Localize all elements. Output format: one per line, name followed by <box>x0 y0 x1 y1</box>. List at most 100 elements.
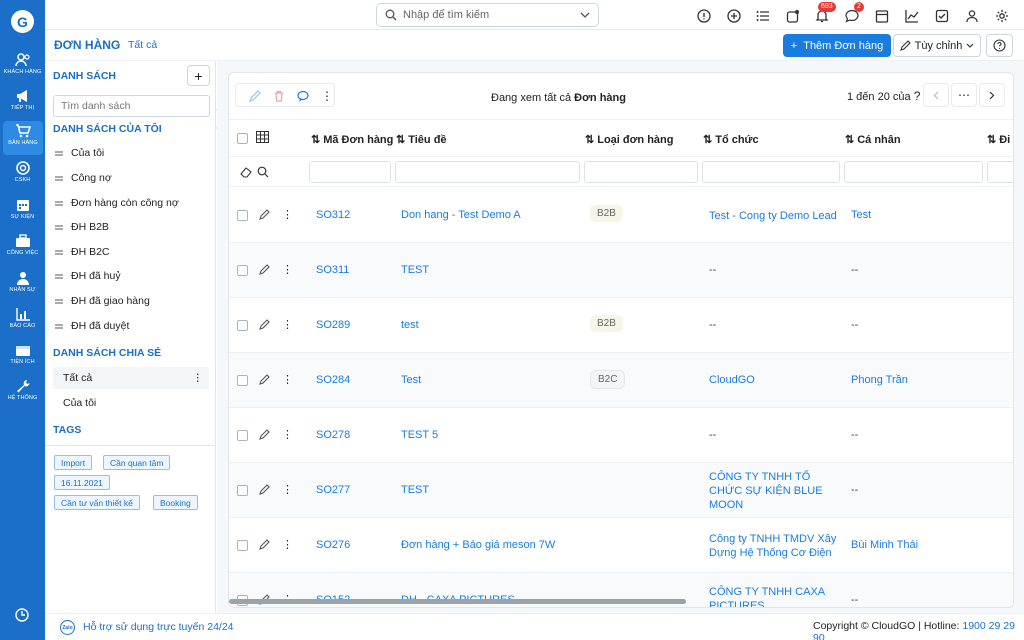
pencil-icon[interactable] <box>259 319 270 330</box>
person-link[interactable]: Phong Trần <box>851 374 908 386</box>
column-header-organization[interactable]: ⇅ Tổ chức <box>703 133 759 147</box>
table-row[interactable]: ⋮ SO312 Don hang - Test Demo A B2B Test … <box>229 188 1013 243</box>
rail-item-marketing[interactable]: TIẾP THỊ <box>0 86 45 120</box>
more-vertical-icon[interactable]: ⋮ <box>282 483 293 496</box>
my-list-item[interactable]: Đơn hàng còn công nợ <box>55 192 211 214</box>
filter-more-input[interactable] <box>987 161 1013 183</box>
notifications-button[interactable]: 693 <box>812 2 836 26</box>
my-list-item[interactable]: ĐH đã huỷ <box>55 265 211 287</box>
table-row[interactable]: ⋮ SO311 TEST -- -- <box>229 243 1013 298</box>
clock-button[interactable] <box>14 607 30 623</box>
pencil-icon[interactable] <box>259 264 270 275</box>
pencil-icon[interactable] <box>259 429 270 440</box>
table-row[interactable]: ⋮ SO277 TEST CÔNG TY TNHH TỔ CHỨC SỰ KIỆ… <box>229 463 1013 518</box>
my-list-item[interactable]: ĐH đã duyệt <box>55 315 211 337</box>
horizontal-scrollbar[interactable] <box>229 599 1013 605</box>
column-header-type[interactable]: ⇅ Loại đơn hàng <box>585 133 673 147</box>
organization-link[interactable]: Test - Cong ty Demo Lead <box>709 209 839 223</box>
bulk-more-button[interactable]: ⋮ <box>318 87 336 105</box>
order-title[interactable]: Don hang - Test Demo A <box>401 209 521 221</box>
search-icon[interactable] <box>257 166 269 178</box>
order-title[interactable]: test <box>401 319 419 331</box>
columns-icon[interactable] <box>256 131 269 143</box>
breadcrumb-view[interactable]: Tất cả <box>128 39 157 51</box>
more-vertical-icon[interactable]: ⋮ <box>193 372 204 384</box>
share-button[interactable] <box>783 6 803 26</box>
tasks-button[interactable] <box>932 6 952 26</box>
reports-button[interactable] <box>902 6 922 26</box>
prev-page-button[interactable] <box>923 83 949 107</box>
my-list-item[interactable]: ĐH B2B <box>55 216 211 238</box>
pencil-icon[interactable] <box>259 539 270 550</box>
module-title[interactable]: ĐƠN HÀNG <box>54 38 120 52</box>
zalo-icon[interactable]: Zalo <box>60 620 75 635</box>
add-order-button[interactable]: + Thêm Đơn hàng <box>783 34 891 57</box>
more-vertical-icon[interactable]: ⋮ <box>282 208 293 221</box>
filter-code-input[interactable] <box>309 161 391 183</box>
tag[interactable]: 16.11.2021 <box>54 475 110 490</box>
select-all-checkbox[interactable] <box>237 133 248 144</box>
more-vertical-icon[interactable]: ⋮ <box>282 373 293 386</box>
filter-type-input[interactable] <box>584 161 698 183</box>
tag[interactable]: Cần tư vấn thiết kế <box>54 495 140 510</box>
row-checkbox[interactable] <box>237 375 248 386</box>
organization-link[interactable]: CloudGO <box>709 374 755 386</box>
quick-create-button[interactable] <box>724 6 744 26</box>
column-header-person[interactable]: ⇅ Cá nhân <box>845 133 901 147</box>
support-link[interactable]: Hỗ trợ sử dụng trực tuyến 24/24 <box>83 621 234 633</box>
pencil-icon[interactable] <box>259 484 270 495</box>
my-list-item[interactable]: ĐH đã giao hàng <box>55 290 211 312</box>
row-checkbox[interactable] <box>237 210 248 221</box>
bulk-comment-button[interactable] <box>294 87 312 105</box>
rail-item-hr[interactable]: NHÂN SỰ <box>0 268 45 302</box>
tag[interactable]: Cần quan tâm <box>103 455 171 470</box>
row-checkbox[interactable] <box>237 430 248 441</box>
rail-item-customers[interactable]: KHÁCH HÀNG <box>0 50 45 84</box>
table-row[interactable]: ⋮ SO284 Test B2C CloudGO Phong Trần <box>229 353 1013 408</box>
filter-title-input[interactable] <box>395 161 580 183</box>
order-title[interactable]: Đơn hàng + Báo giá meson 7W <box>401 539 555 551</box>
global-search-input[interactable]: Nhập để tìm kiếm <box>376 3 599 27</box>
customize-button[interactable]: Tùy chỉnh <box>893 34 981 57</box>
order-code[interactable]: SO276 <box>316 539 350 551</box>
table-row[interactable]: ⋮ SO289 test B2B -- -- <box>229 298 1013 353</box>
row-checkbox[interactable] <box>237 320 248 331</box>
column-header-code[interactable]: ⇅ Mã Đơn hàng <box>311 133 393 147</box>
pager-total[interactable]: ? <box>914 89 921 103</box>
table-row[interactable]: ⋮ SO278 TEST 5 -- -- <box>229 408 1013 463</box>
filter-person-input[interactable] <box>844 161 983 183</box>
person-link[interactable]: Test <box>851 209 871 221</box>
rail-item-utilities[interactable]: TIỆN ÍCH <box>0 340 45 374</box>
order-code[interactable]: SO278 <box>316 429 350 441</box>
next-page-button[interactable] <box>979 83 1005 107</box>
alert-button[interactable] <box>694 6 714 26</box>
more-vertical-icon[interactable]: ⋮ <box>282 538 293 551</box>
messages-button[interactable]: 2 <box>842 2 864 26</box>
order-title[interactable]: TEST <box>401 484 429 496</box>
page-more-button[interactable]: ⋯ <box>951 83 977 107</box>
pencil-icon[interactable] <box>259 209 270 220</box>
bulk-edit-button[interactable] <box>246 87 264 105</box>
row-checkbox[interactable] <box>237 265 248 276</box>
order-code[interactable]: SO289 <box>316 319 350 331</box>
add-list-button[interactable]: + <box>187 65 210 86</box>
order-title[interactable]: Test <box>401 374 421 386</box>
more-vertical-icon[interactable]: ⋮ <box>282 318 293 331</box>
organization-link[interactable]: Công ty TNHH TMDV Xây Dựng Hệ Thống Cơ Đ… <box>709 532 839 560</box>
help-button[interactable] <box>986 34 1013 57</box>
my-list-item[interactable]: Của tôi <box>55 142 211 164</box>
rail-item-tasks[interactable]: CÔNG VIỆC <box>0 231 45 265</box>
pencil-icon[interactable] <box>259 374 270 385</box>
column-header-title[interactable]: ⇅ Tiêu đề <box>396 133 447 147</box>
table-row[interactable]: ⋮ SO276 Đơn hàng + Báo giá meson 7W Công… <box>229 518 1013 573</box>
order-title[interactable]: TEST <box>401 264 429 276</box>
column-header-more[interactable]: ⇅ Đi <box>987 133 1010 147</box>
row-checkbox[interactable] <box>237 485 248 496</box>
more-vertical-icon[interactable]: ⋮ <box>282 428 293 441</box>
list-search-input[interactable]: Tìm danh sách <box>53 95 210 117</box>
list-button[interactable] <box>753 6 773 26</box>
order-code[interactable]: SO284 <box>316 374 350 386</box>
order-code[interactable]: SO311 <box>316 264 349 276</box>
app-logo[interactable]: G <box>11 10 34 33</box>
rail-item-reports[interactable]: BÁO CÁO <box>0 304 45 338</box>
